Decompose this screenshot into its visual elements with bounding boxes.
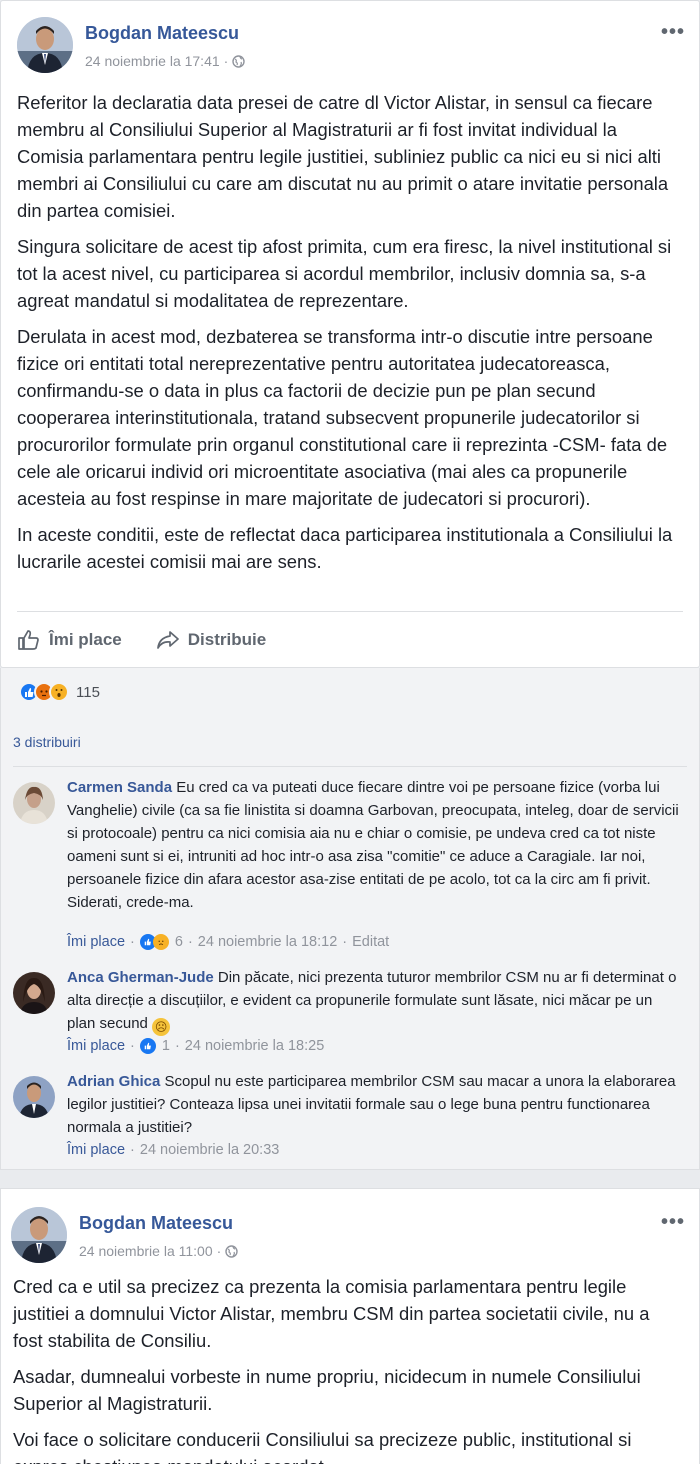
comment-body: Eu cred ca va puteati duce fiecare dintr… [67,779,679,911]
commenter-avatar[interactable] [13,782,55,824]
globe-icon[interactable] [225,1244,238,1258]
shares-link[interactable]: 3 distribuiri [13,734,81,750]
footer-dot: · [130,1142,135,1158]
post-header: Bogdan Mateescu 24 noiembrie la 17:41 · … [17,17,685,77]
share-button[interactable]: Distribuie [156,630,266,650]
footer-dot: · [130,1038,135,1054]
post-body: Cred ca e util sa precizez ca prezenta l… [13,1273,683,1464]
comment-text: Anca Gherman-Jude Din păcate, nici preze… [67,966,679,1036]
commenter-name[interactable]: Adrian Ghica [67,1073,160,1090]
thumbs-up-icon [18,630,39,650]
comment-reaction-count: 6 [174,934,183,950]
comment-timestamp[interactable]: 24 noiembrie la 18:25 [185,1038,324,1054]
reactions-summary[interactable]: 115 [19,682,100,702]
meta-separator: · [216,1243,222,1259]
post-paragraph: Singura solicitare de acest tip afost pr… [17,236,672,311]
post-timestamp[interactable]: 24 noiembrie la 11:00 [79,1243,213,1259]
author-name[interactable]: Bogdan Mateescu [79,1213,233,1234]
footer-dot: · [342,934,348,950]
sad-emoji-icon: ☹ [152,1018,171,1036]
comment-reactions[interactable] [139,934,169,950]
comment-footer: Îmi place · 24 noiembrie la 20:33 [67,1142,279,1158]
more-options-icon[interactable]: ••• [661,1212,685,1232]
post-timestamp[interactable]: 24 noiembrie la 17:41 [85,53,220,69]
wow-reaction-icon [49,682,69,702]
commenter-avatar[interactable] [13,972,55,1014]
footer-dot: · [187,934,193,950]
commenter-name[interactable]: Anca Gherman-Jude [67,969,214,986]
post-paragraph: Derulata in acest mod, dezbaterea se tra… [17,326,668,509]
post-paragraph: Referitor la declaratia data presei de c… [17,92,669,221]
more-options-icon[interactable]: ••• [661,22,685,42]
comment-item: Adrian Ghica Scopul nu este participarea… [13,1070,679,1166]
author-avatar[interactable] [17,17,73,73]
comments-section: 3 distribuiri Carmen Sanda Eu cred ca va… [0,718,700,1170]
share-arrow-icon [156,631,179,649]
reaction-count: 115 [76,683,100,701]
post-actions: Îmi place Distribuie [17,623,266,657]
comment-timestamp[interactable]: 24 noiembrie la 18:12 [198,934,337,950]
like-label: Îmi place [49,630,122,649]
post-meta: 24 noiembrie la 17:41 · [85,53,246,69]
comment-reaction-count: 1 [161,1038,170,1054]
post-header: Bogdan Mateescu 24 noiembrie la 11:00 · … [11,1207,684,1267]
post-card: Bogdan Mateescu 24 noiembrie la 17:41 · … [0,0,700,668]
comment-item: Carmen Sanda Eu cred ca va puteati duce … [13,776,679,954]
author-name[interactable]: Bogdan Mateescu [85,23,239,44]
post-card: Bogdan Mateescu 24 noiembrie la 11:00 · … [0,1188,700,1464]
post-body: Referitor la declaratia data presei de c… [17,89,683,584]
comment-reactions[interactable] [139,1038,156,1054]
footer-dot: · [130,934,135,950]
commenter-avatar[interactable] [13,1076,55,1118]
comment-text: Adrian Ghica Scopul nu este participarea… [67,1070,679,1139]
share-label: Distribuie [187,630,267,649]
post-divider [17,611,683,612]
comment-like-link[interactable]: Îmi place [67,934,125,950]
meta-separator: · [223,53,229,69]
post-paragraph: In aceste conditii, este de reflectat da… [17,524,673,572]
post-paragraph: Voi face o solicitare conducerii Consili… [13,1429,632,1464]
comment-like-link[interactable]: Îmi place [67,1038,125,1054]
sad-reaction-icon [152,934,169,950]
comments-divider [13,766,687,767]
reactions-bar: 115 [0,668,700,718]
post-paragraph: Cred ca e util sa precizez ca prezenta l… [13,1276,650,1351]
comment-like-link[interactable]: Îmi place [67,1142,125,1158]
comment-edited[interactable]: Editat [352,934,389,950]
comment-footer: Îmi place · 6 · 24 noiembrie la 18:12 · … [67,934,389,950]
comment-footer: Îmi place · 1 · 24 noiembrie la 18:25 [67,1038,324,1054]
commenter-name[interactable]: Carmen Sanda [67,779,172,796]
post-paragraph: Asadar, dumnealui vorbeste in nume propr… [13,1366,641,1414]
globe-icon[interactable] [232,54,246,68]
post-meta: 24 noiembrie la 11:00 · [79,1243,238,1259]
comment-timestamp[interactable]: 24 noiembrie la 20:33 [140,1142,279,1158]
comment-text: Carmen Sanda Eu cred ca va puteati duce … [67,776,679,914]
author-avatar[interactable] [11,1207,67,1263]
like-button[interactable]: Îmi place [17,629,122,651]
comment-item: Anca Gherman-Jude Din păcate, nici preze… [13,966,679,1070]
footer-dot: · [174,1038,180,1054]
like-reaction-icon [139,1038,156,1054]
